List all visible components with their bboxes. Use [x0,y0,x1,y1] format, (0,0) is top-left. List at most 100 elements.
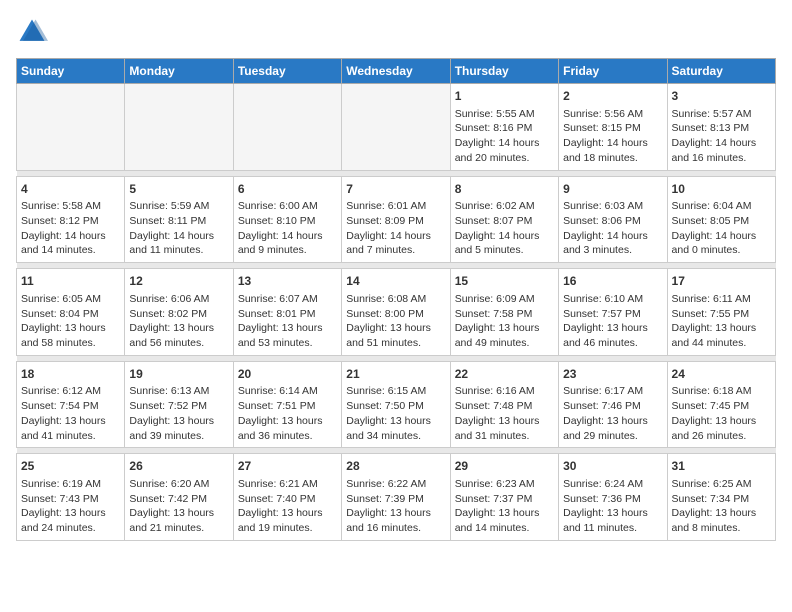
calendar-day [342,84,450,171]
calendar-day: 14 Sunrise: 6:08 AM Sunset: 8:00 PM Dayli… [342,269,450,356]
calendar-day: 20Sunrise: 6:14 AM Sunset: 7:51 PM Dayli… [233,361,341,448]
calendar-week-row: 1 Sunrise: 5:55 AM Sunset: 8:16 PM Daylig… [17,84,776,171]
day-number: 1 [455,88,554,105]
day-info: Sunrise: 6:00 AM Sunset: 8:10 PM Dayligh… [238,199,337,258]
day-info: Sunrise: 6:11 AM Sunset: 7:55 PM Dayligh… [672,292,771,351]
calendar-day: 27 Sunrise: 6:21 AM Sunset: 7:40 PM Dayli… [233,454,341,541]
day-info: Sunrise: 6:08 AM Sunset: 8:00 PM Dayligh… [346,292,445,351]
day-number: 24 [672,366,771,383]
day-number: 28 [346,458,445,475]
day-info: Sunrise: 6:05 AM Sunset: 8:04 PM Dayligh… [21,292,120,351]
weekday-header-thursday: Thursday [450,59,558,84]
day-number: 3 [672,88,771,105]
logo-icon [16,16,48,48]
day-number: 29 [455,458,554,475]
day-number: 26 [129,458,228,475]
weekday-header-friday: Friday [559,59,667,84]
calendar-day: 25 Sunrise: 6:19 AM Sunset: 7:43 PM Dayli… [17,454,125,541]
calendar-day: 5Sunrise: 5:59 AM Sunset: 8:11 PM Daylig… [125,176,233,263]
day-number: 25 [21,458,120,475]
day-info: Sunrise: 6:23 AM Sunset: 7:37 PM Dayligh… [455,477,554,536]
day-number: 4 [21,181,120,198]
calendar-day: 4Sunrise: 5:58 AM Sunset: 8:12 PM Daylig… [17,176,125,263]
weekday-header-tuesday: Tuesday [233,59,341,84]
day-info: Sunrise: 6:04 AM Sunset: 8:05 PM Dayligh… [672,199,771,258]
day-number: 13 [238,273,337,290]
day-number: 5 [129,181,228,198]
weekday-header-wednesday: Wednesday [342,59,450,84]
page-header [16,16,776,48]
day-number: 17 [672,273,771,290]
day-number: 6 [238,181,337,198]
calendar-day: 23Sunrise: 6:17 AM Sunset: 7:46 PM Dayli… [559,361,667,448]
calendar-week-row: 11Sunrise: 6:05 AM Sunset: 8:04 PM Dayli… [17,269,776,356]
day-info: Sunrise: 5:59 AM Sunset: 8:11 PM Dayligh… [129,199,228,258]
calendar-day: 6Sunrise: 6:00 AM Sunset: 8:10 PM Daylig… [233,176,341,263]
day-info: Sunrise: 6:21 AM Sunset: 7:40 PM Dayligh… [238,477,337,536]
day-number: 7 [346,181,445,198]
day-info: Sunrise: 5:56 AM Sunset: 8:15 PM Dayligh… [563,107,662,166]
day-number: 16 [563,273,662,290]
calendar-day: 13Sunrise: 6:07 AM Sunset: 8:01 PM Dayli… [233,269,341,356]
calendar-day: 31 Sunrise: 6:25 AM Sunset: 7:34 PM Dayli… [667,454,775,541]
day-info: Sunrise: 6:14 AM Sunset: 7:51 PM Dayligh… [238,384,337,443]
day-number: 18 [21,366,120,383]
day-info: Sunrise: 6:12 AM Sunset: 7:54 PM Dayligh… [21,384,120,443]
day-info: Sunrise: 6:18 AM Sunset: 7:45 PM Dayligh… [672,384,771,443]
weekday-header-monday: Monday [125,59,233,84]
day-info: Sunrise: 6:25 AM Sunset: 7:34 PM Dayligh… [672,477,771,536]
weekday-header-sunday: Sunday [17,59,125,84]
day-info: Sunrise: 6:02 AM Sunset: 8:07 PM Dayligh… [455,199,554,258]
day-info: Sunrise: 6:01 AM Sunset: 8:09 PM Dayligh… [346,199,445,258]
day-info: Sunrise: 6:09 AM Sunset: 7:58 PM Dayligh… [455,292,554,351]
day-info: Sunrise: 6:10 AM Sunset: 7:57 PM Dayligh… [563,292,662,351]
weekday-header-saturday: Saturday [667,59,775,84]
day-info: Sunrise: 5:55 AM Sunset: 8:16 PM Dayligh… [455,107,554,166]
calendar-week-row: 4Sunrise: 5:58 AM Sunset: 8:12 PM Daylig… [17,176,776,263]
logo [16,16,52,48]
day-number: 9 [563,181,662,198]
calendar-day: 3Sunrise: 5:57 AM Sunset: 8:13 PM Daylig… [667,84,775,171]
calendar-day: 21Sunrise: 6:15 AM Sunset: 7:50 PM Dayli… [342,361,450,448]
calendar-day [17,84,125,171]
calendar-day: 11Sunrise: 6:05 AM Sunset: 8:04 PM Dayli… [17,269,125,356]
calendar-week-row: 18Sunrise: 6:12 AM Sunset: 7:54 PM Dayli… [17,361,776,448]
day-number: 2 [563,88,662,105]
day-info: Sunrise: 6:22 AM Sunset: 7:39 PM Dayligh… [346,477,445,536]
day-info: Sunrise: 5:58 AM Sunset: 8:12 PM Dayligh… [21,199,120,258]
calendar-day [233,84,341,171]
day-number: 22 [455,366,554,383]
day-number: 10 [672,181,771,198]
calendar-day: 1 Sunrise: 5:55 AM Sunset: 8:16 PM Daylig… [450,84,558,171]
day-info: Sunrise: 6:03 AM Sunset: 8:06 PM Dayligh… [563,199,662,258]
calendar-day: 24Sunrise: 6:18 AM Sunset: 7:45 PM Dayli… [667,361,775,448]
day-number: 20 [238,366,337,383]
calendar-day: 9Sunrise: 6:03 AM Sunset: 8:06 PM Daylig… [559,176,667,263]
day-info: Sunrise: 6:17 AM Sunset: 7:46 PM Dayligh… [563,384,662,443]
day-info: Sunrise: 6:06 AM Sunset: 8:02 PM Dayligh… [129,292,228,351]
day-info: Sunrise: 6:20 AM Sunset: 7:42 PM Dayligh… [129,477,228,536]
day-number: 21 [346,366,445,383]
day-number: 31 [672,458,771,475]
calendar-week-row: 25 Sunrise: 6:19 AM Sunset: 7:43 PM Dayli… [17,454,776,541]
day-info: Sunrise: 6:16 AM Sunset: 7:48 PM Dayligh… [455,384,554,443]
calendar-day: 18Sunrise: 6:12 AM Sunset: 7:54 PM Dayli… [17,361,125,448]
day-number: 14 [346,273,445,290]
calendar-day: 26 Sunrise: 6:20 AM Sunset: 7:42 PM Dayli… [125,454,233,541]
day-number: 27 [238,458,337,475]
day-number: 30 [563,458,662,475]
calendar-day: 29 Sunrise: 6:23 AM Sunset: 7:37 PM Dayli… [450,454,558,541]
day-number: 23 [563,366,662,383]
calendar-day: 2 Sunrise: 5:56 AM Sunset: 8:15 PM Daylig… [559,84,667,171]
calendar-day: 8Sunrise: 6:02 AM Sunset: 8:07 PM Daylig… [450,176,558,263]
day-number: 8 [455,181,554,198]
day-info: Sunrise: 6:24 AM Sunset: 7:36 PM Dayligh… [563,477,662,536]
weekday-header-row: SundayMondayTuesdayWednesdayThursdayFrid… [17,59,776,84]
calendar-day: 17 Sunrise: 6:11 AM Sunset: 7:55 PM Dayli… [667,269,775,356]
day-info: Sunrise: 6:19 AM Sunset: 7:43 PM Dayligh… [21,477,120,536]
day-number: 15 [455,273,554,290]
day-info: Sunrise: 6:15 AM Sunset: 7:50 PM Dayligh… [346,384,445,443]
calendar-day: 15 Sunrise: 6:09 AM Sunset: 7:58 PM Dayli… [450,269,558,356]
calendar-day [125,84,233,171]
calendar-day: 30 Sunrise: 6:24 AM Sunset: 7:36 PM Dayli… [559,454,667,541]
